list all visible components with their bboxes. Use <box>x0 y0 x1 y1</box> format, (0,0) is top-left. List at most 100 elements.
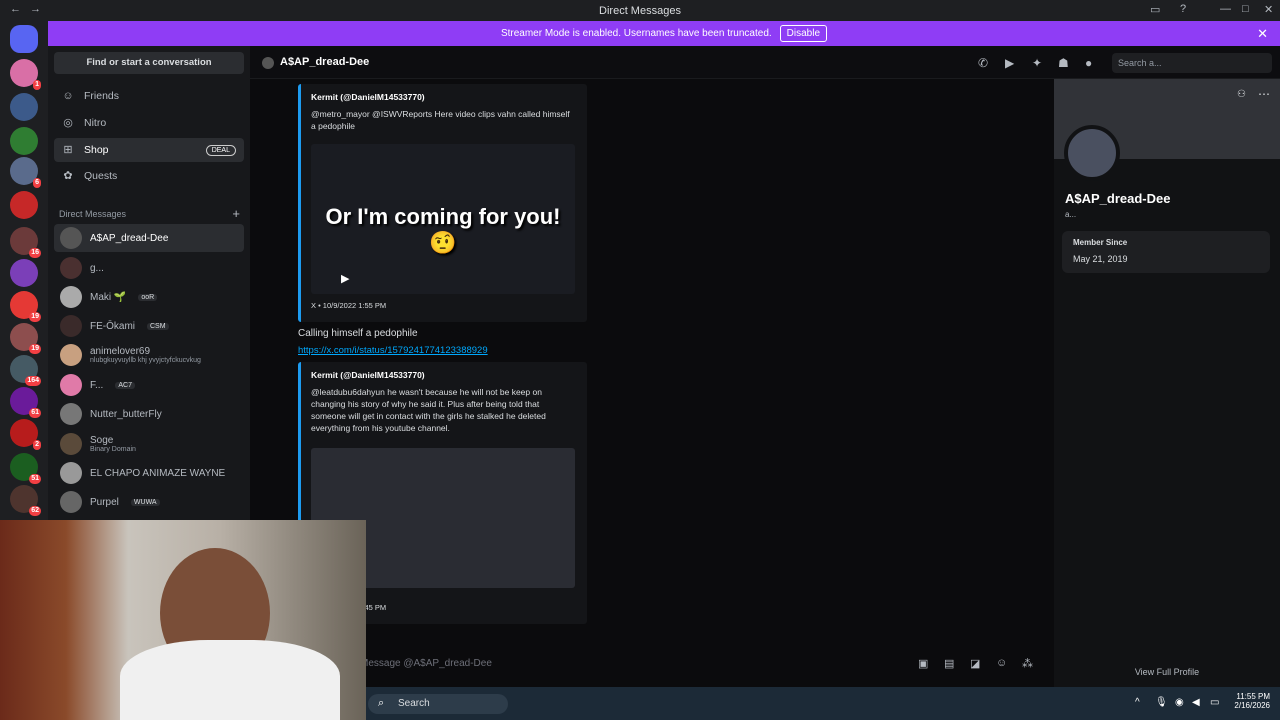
volume-icon[interactable]: ◀ <box>1192 697 1200 708</box>
emoji-icon[interactable]: ☺ <box>996 657 1007 669</box>
phone-call-icon[interactable]: ✆ <box>978 56 988 70</box>
avatar <box>60 403 82 425</box>
dm-item[interactable]: animelover69 nlubgkuyvuyllb khj yvyjctyfc… <box>54 341 244 369</box>
user-profile-icon[interactable]: ● <box>1085 56 1092 70</box>
server-icon[interactable]: 19 <box>10 291 41 322</box>
new-dm-plus-icon[interactable]: + <box>232 206 240 221</box>
dm-item[interactable]: Maki 🌱 ooR <box>54 283 244 311</box>
apps-icon[interactable]: ⁂ <box>1022 657 1033 670</box>
dm-header: Direct Messages <box>59 209 127 219</box>
disable-button[interactable]: Disable <box>779 25 828 42</box>
dm-item[interactable]: A$AP_dread-Dee <box>54 224 244 252</box>
server-icon[interactable]: 19 <box>10 323 41 354</box>
avatar <box>60 433 82 455</box>
friends-icon: ☺ <box>62 90 74 102</box>
tweet-embed: Kermit (@DanielM14533770) @metro_mayor @… <box>298 84 587 322</box>
embed-author[interactable]: Kermit (@DanielM14533770) <box>311 370 425 380</box>
user-avatar-icon <box>262 57 274 69</box>
embed-video[interactable]: Or I'm coming for you! 🤨 ▶ <box>311 144 575 294</box>
inbox-icon[interactable]: ▭ <box>1150 3 1160 16</box>
shop-icon: ⊞ <box>63 144 73 156</box>
avatar <box>60 257 82 279</box>
avatar <box>60 462 82 484</box>
server-icon[interactable]: 2 <box>10 419 41 450</box>
avatar <box>60 374 82 396</box>
banner-text: Streamer Mode is enabled. Usernames have… <box>500 28 772 39</box>
add-friends-icon[interactable]: ☗ <box>1058 56 1069 70</box>
clock[interactable]: 11:55 PM 2/16/2026 <box>1226 692 1270 710</box>
server-icon[interactable] <box>10 93 38 121</box>
embed-text: @metro_mayor @ISWVReports Here video cli… <box>311 109 570 131</box>
profile-panel: ⚇ ⋯ A$AP_dread-Dee a... Member Since May… <box>1054 79 1280 687</box>
server-icon[interactable]: 164 <box>10 355 41 386</box>
clock-time: 11:55 PM <box>1236 692 1270 701</box>
nav-friends[interactable]: ☺ Friends <box>54 84 244 108</box>
server-icon[interactable] <box>10 259 38 287</box>
find-conversation-button[interactable]: Find or start a conversation <box>54 52 244 74</box>
server-icon[interactable]: 61 <box>10 387 41 418</box>
message-input[interactable]: Message @A$AP_dread-Dee ▣ ▤ ◪ ☺ ⁂ <box>250 647 1054 681</box>
nav-shop[interactable]: ⊞ Shop DEAL <box>54 138 244 162</box>
nav-nitro[interactable]: ◎ Nitro <box>54 111 244 135</box>
minimize-icon[interactable]: — <box>1220 3 1231 15</box>
play-icon[interactable]: ▶ <box>341 272 349 285</box>
search-input[interactable]: Search a... <box>1112 53 1272 73</box>
server-icon[interactable]: 51 <box>10 453 41 484</box>
gif-icon[interactable]: ▤ <box>944 657 954 670</box>
dm-item[interactable]: F... AC7 <box>54 371 244 399</box>
wifi-icon[interactable]: ◉ <box>1175 697 1184 708</box>
profile-subtitle: a... <box>1065 210 1077 219</box>
clock-date: 2/16/2026 <box>1234 701 1270 710</box>
chat-area: Kermit (@DanielM14533770) @metro_mayor @… <box>250 79 1054 687</box>
dm-item[interactable]: Soge Binary Domain <box>54 430 244 458</box>
tray-chevron-icon[interactable]: ^ <box>1135 697 1140 708</box>
deal-badge: DEAL <box>205 144 236 156</box>
message-text: Calling himself a pedophile <box>298 328 418 339</box>
nav-label: Nitro <box>84 117 107 129</box>
server-icon[interactable]: 6 <box>10 157 41 188</box>
profile-name: A$AP_dread-Dee <box>1065 191 1171 206</box>
chat-header: A$AP_dread-Dee ✆ ▶ ✦ ☗ ● Search a... <box>250 46 1280 79</box>
dm-item[interactable]: EL CHAPO ANIMAZE WAYNE <box>54 459 244 487</box>
view-full-profile-link[interactable]: View Full Profile <box>1054 667 1280 677</box>
dm-item[interactable]: Nutter_butterFly <box>54 400 244 428</box>
server-icon[interactable] <box>10 127 38 155</box>
webcam-overlay <box>0 520 366 720</box>
sticker-icon[interactable]: ◪ <box>970 657 980 670</box>
dm-item[interactable]: FE-Ōkami CSM <box>54 312 244 340</box>
chat-title: A$AP_dread-Dee <box>280 56 370 68</box>
server-icon[interactable]: 1 <box>10 59 41 90</box>
video-overlay-text: Or I'm coming for you! 🤨 <box>325 204 561 255</box>
pin-icon[interactable]: ✦ <box>1032 56 1042 70</box>
embed-author[interactable]: Kermit (@DanielM14533770) <box>311 92 425 102</box>
dm-item[interactable]: Purpel WUWA <box>54 488 244 516</box>
dm-item[interactable]: g... <box>54 254 244 282</box>
avatar <box>60 227 82 249</box>
profile-avatar[interactable] <box>1064 125 1120 181</box>
avatar <box>60 344 82 366</box>
message-placeholder: Message @A$AP_dread-Dee <box>360 658 492 669</box>
server-icon[interactable] <box>10 191 38 219</box>
maximize-icon[interactable]: □ <box>1242 3 1249 15</box>
nav-label: Quests <box>84 170 118 182</box>
title-bar: ← → Direct Messages ▭ ? — □ ✕ <box>0 0 1280 21</box>
video-call-icon[interactable]: ▶ <box>1005 56 1014 70</box>
member-since-card: Member Since May 21, 2019 <box>1062 231 1270 273</box>
more-options-icon[interactable]: ⋯ <box>1258 87 1270 101</box>
close-icon[interactable]: ✕ <box>1257 26 1268 42</box>
nav-quests[interactable]: ✿ Quests <box>54 164 244 188</box>
battery-icon[interactable]: ▭ <box>1210 697 1219 708</box>
server-icon[interactable]: 16 <box>10 227 41 258</box>
embed-text: @leatdubu6dahyun he wasn't because he wi… <box>311 387 546 433</box>
mic-icon[interactable]: 🎙 <box>1155 697 1168 708</box>
server-icon[interactable]: 62 <box>10 485 41 516</box>
taskbar-search[interactable]: Search <box>368 694 508 714</box>
avatar <box>60 315 82 337</box>
discord-home-icon[interactable] <box>10 25 38 53</box>
help-icon[interactable]: ? <box>1180 3 1186 15</box>
gift-icon[interactable]: ▣ <box>918 657 928 670</box>
add-friend-icon[interactable]: ⚇ <box>1237 89 1246 100</box>
close-window-icon[interactable]: ✕ <box>1264 3 1273 16</box>
message-link[interactable]: https://x.com/i/status/15792417741233889… <box>298 345 488 356</box>
avatar <box>60 491 82 513</box>
